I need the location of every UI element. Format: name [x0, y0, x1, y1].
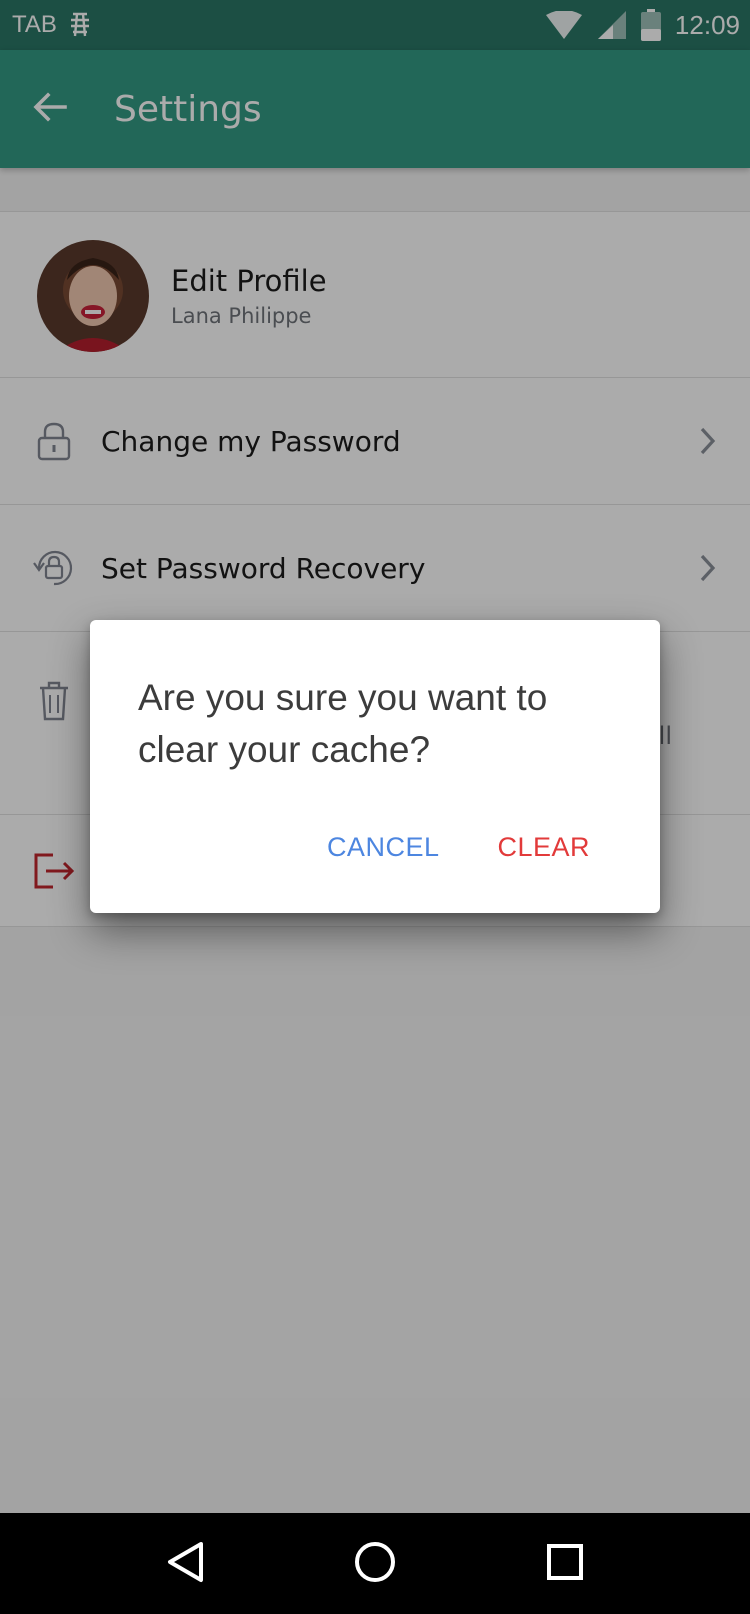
dialog-actions: CANCEL CLEAR — [327, 832, 590, 863]
home-circle-icon — [353, 1540, 397, 1588]
cancel-button[interactable]: CANCEL — [327, 832, 440, 863]
clear-button[interactable]: CLEAR — [497, 832, 590, 863]
back-nav-button[interactable] — [145, 1524, 225, 1604]
clear-cache-dialog: Are you sure you want to clear your cach… — [90, 620, 660, 913]
dialog-message: Are you sure you want to clear your cach… — [138, 677, 548, 770]
home-nav-button[interactable] — [335, 1524, 415, 1604]
back-triangle-icon — [165, 1540, 205, 1588]
navigation-bar — [0, 1513, 750, 1614]
recents-nav-button[interactable] — [525, 1524, 605, 1604]
recents-square-icon — [545, 1542, 585, 1586]
